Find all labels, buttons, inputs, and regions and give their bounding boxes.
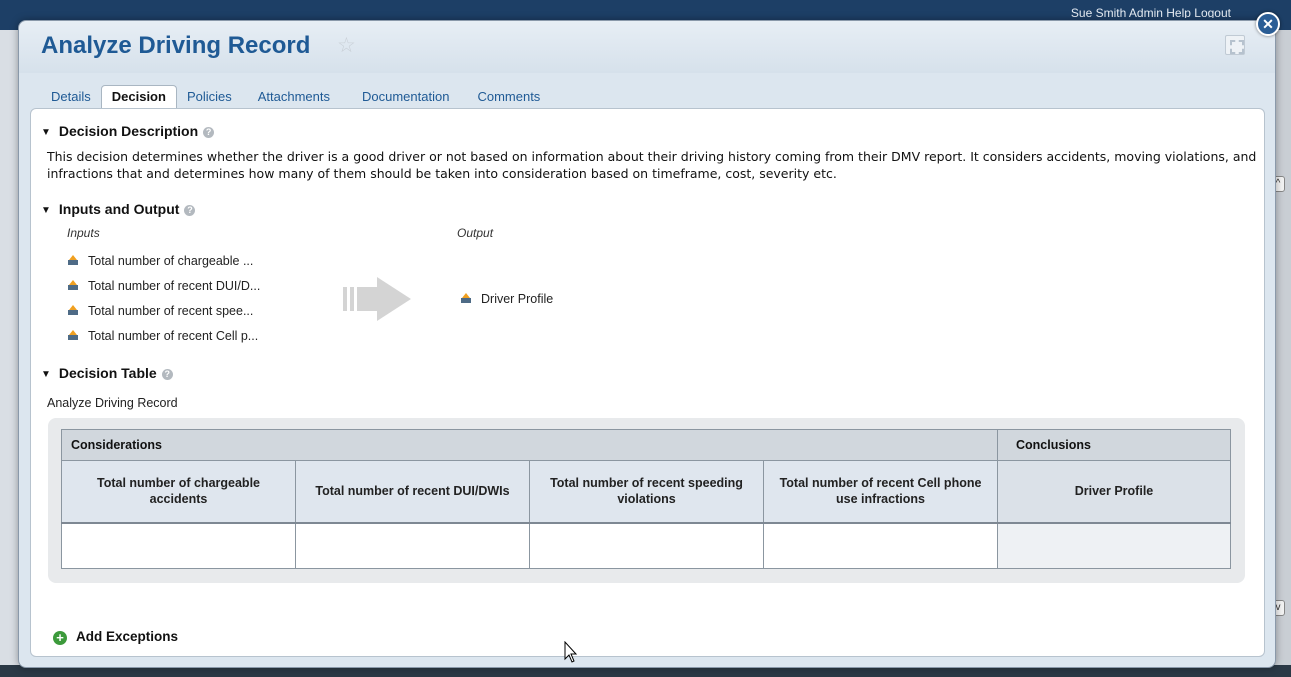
column-header[interactable]: Total number of chargeable accidents [61,460,296,524]
decision-table-header[interactable]: ▼ Decision Table? [41,365,173,381]
mouse-cursor-icon [564,641,578,663]
favorite-star-icon[interactable]: ☆ [337,33,356,58]
add-exceptions-label: Add Exceptions [76,629,179,644]
flow-arrow-icon [343,277,411,321]
collapse-triangle-icon[interactable]: ▼ [41,127,51,138]
help-icon[interactable]: ? [161,369,173,380]
input-label: Total number of recent spee... [88,304,254,318]
tab-attachments[interactable]: Attachments [248,85,340,109]
decision-panel: ▼ Decision Description? This decision det… [30,108,1265,657]
tab-decision[interactable]: Decision [100,85,177,109]
tab-documentation[interactable]: Documentation [352,85,459,109]
table-cell[interactable] [529,522,764,569]
input-label: Total number of chargeable ... [88,254,254,268]
collapse-triangle-icon[interactable]: ▼ [41,369,51,380]
input-item[interactable]: Total number of recent spee... [67,304,253,318]
column-header[interactable]: Total number of recent Cell phone use in… [763,460,998,524]
add-exceptions-button[interactable]: + Add Exceptions [53,629,178,645]
table-cell[interactable] [295,522,530,569]
help-icon[interactable]: ? [184,205,196,216]
output-label: Output [457,226,494,240]
tab-bar: Details Decision Policies Attachments Docume… [41,85,550,109]
considerations-group-header: Considerations [61,429,998,461]
tab-details[interactable]: Details [41,85,101,109]
data-object-icon [68,330,78,340]
decision-table-container: Considerations Conclusions Total number … [48,418,1245,583]
app-background-left [0,30,20,677]
output-label-text: Driver Profile [481,292,554,306]
input-item[interactable]: Total number of chargeable ... [67,254,253,268]
input-label: Total number of recent Cell p... [88,329,259,343]
help-icon[interactable]: ? [203,127,215,138]
decision-description-header[interactable]: ▼ Decision Description? [41,123,215,139]
add-circle-icon: + [53,631,67,645]
section-title: Decision Table [58,365,157,381]
decision-description-text: This decision determines whether the dri… [47,149,1257,181]
conclusions-group-header: Conclusions [997,429,1231,461]
inputs-output-header[interactable]: ▼ Inputs and Output? [41,201,196,217]
table-row [61,522,1231,569]
collapse-triangle-icon[interactable]: ▼ [41,205,51,216]
table-cell[interactable] [61,522,296,569]
dialog-title: Analyze Driving Record [41,32,311,59]
section-title: Inputs and Output [58,201,180,217]
dialog-header: Analyze Driving Record ☆ [19,21,1275,73]
decision-table: Considerations Conclusions Total number … [61,429,1231,569]
data-object-icon [461,293,471,303]
maximize-icon[interactable] [1225,35,1245,55]
close-dialog-button[interactable]: ✕ [1256,12,1280,36]
user-bar: Sue Smith Admin Help Logout [1070,6,1231,18]
tab-policies[interactable]: Policies [177,85,242,109]
input-label: Total number of recent DUI/D... [88,279,261,293]
input-item[interactable]: Total number of recent Cell p... [67,329,258,343]
tab-comments[interactable]: Comments [467,85,550,109]
inputs-label: Inputs [67,226,100,240]
conclusion-cell[interactable] [997,522,1231,569]
analyze-driving-record-dialog: Analyze Driving Record ☆ Details Decision… [18,20,1276,668]
table-cell[interactable] [763,522,998,569]
data-object-icon [68,280,78,290]
column-header[interactable]: Total number of recent DUI/DWIs [295,460,530,524]
output-item[interactable]: Driver Profile [460,292,553,306]
decision-table-caption: Analyze Driving Record [47,396,178,410]
data-object-icon [68,255,78,265]
conclusion-column-header[interactable]: Driver Profile [997,460,1231,524]
section-title: Decision Description [58,123,199,139]
input-item[interactable]: Total number of recent DUI/D... [67,279,260,293]
data-object-icon [68,305,78,315]
column-header[interactable]: Total number of recent speeding violatio… [529,460,764,524]
